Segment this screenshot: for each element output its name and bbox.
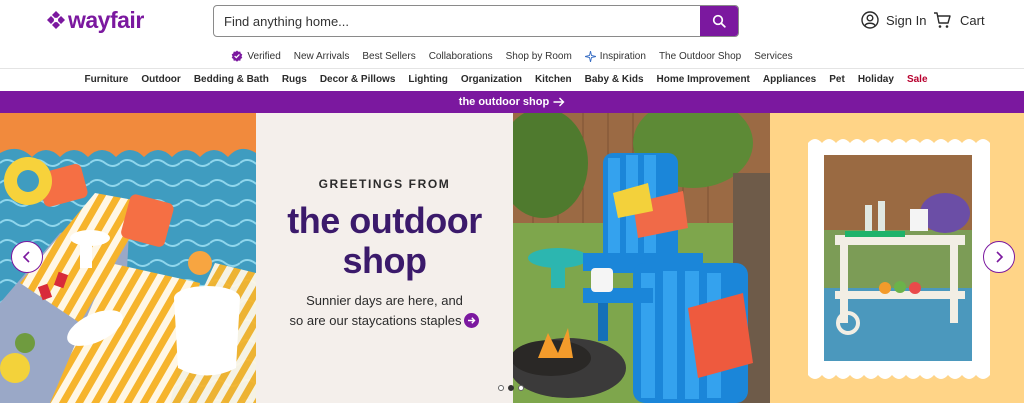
category-kitchen[interactable]: Kitchen	[535, 74, 572, 85]
hero-headline[interactable]: the outdoor shop	[256, 201, 513, 281]
arrow-right-icon	[468, 317, 476, 324]
arrow-right-icon	[553, 97, 565, 107]
wayfair-logo[interactable]: wayfair	[46, 8, 144, 32]
account-icon	[861, 11, 879, 29]
category-holiday[interactable]: Holiday	[858, 74, 894, 85]
category-pet[interactable]: Pet	[829, 74, 845, 85]
subnav-label: Services	[754, 50, 793, 62]
hero-body-line2-wrap: so are our staycations staples	[256, 311, 513, 331]
category-furniture[interactable]: Furniture	[84, 74, 128, 85]
header: wayfair Sign In Cart	[0, 0, 1024, 44]
carousel-dot-2[interactable]	[508, 385, 514, 391]
subnav-item-shop-by-room[interactable]: Shop by Room	[506, 51, 572, 62]
cart-icon	[934, 12, 951, 28]
hero-body: Sunnier days are here, and so are our st…	[256, 291, 513, 331]
carousel-prev-button[interactable]	[11, 241, 43, 273]
subnav-label: Inspiration	[599, 50, 646, 62]
chevron-left-icon	[22, 251, 30, 263]
search-bar	[213, 5, 739, 37]
adirondack-chairs-illustration	[513, 113, 770, 403]
category-appliances[interactable]: Appliances	[763, 74, 816, 85]
subnav-label: Shop by Room	[505, 50, 572, 62]
subnav-item-verified[interactable]: Verified	[231, 50, 281, 62]
category-rugs[interactable]: Rugs	[282, 74, 307, 85]
subnav-item-inspiration[interactable]: Inspiration	[584, 50, 646, 62]
subnav-item-best-sellers[interactable]: Best Sellers	[362, 51, 415, 62]
hero-headline-line2: shop	[342, 240, 428, 281]
category-organization[interactable]: Organization	[461, 74, 522, 85]
subnav-label: The Outdoor Shop	[658, 50, 742, 62]
carousel-dot-3[interactable]	[518, 385, 524, 391]
chevron-right-icon	[996, 251, 1004, 263]
hero-carousel: GREETINGS FROM the outdoor shop Sunnier …	[0, 113, 1024, 403]
wayfair-logo-icon	[47, 11, 65, 29]
search-input[interactable]	[214, 6, 701, 36]
category-decor-pillows[interactable]: Decor & Pillows	[320, 74, 396, 85]
subnav-label: Best Sellers	[362, 50, 416, 62]
nav-divider	[0, 68, 1024, 69]
outdoor-shop-banner[interactable]: the outdoor shop	[0, 91, 1024, 113]
hero-text-panel: GREETINGS FROM the outdoor shop Sunnier …	[256, 113, 513, 403]
cart-label: Cart	[960, 12, 985, 28]
sign-in-button[interactable]: Sign In	[861, 11, 926, 29]
hero-cta-arrow[interactable]	[464, 313, 480, 328]
hero-body-line1: Sunnier days are here, and	[306, 293, 463, 308]
subnav-label: New Arrivals	[293, 50, 350, 62]
hero-body-line2: so are our staycations staples	[289, 313, 462, 328]
search-button[interactable]	[700, 6, 738, 36]
category-sale[interactable]: Sale	[907, 74, 928, 85]
carousel-dot-1[interactable]	[498, 385, 504, 391]
category-home-improvement[interactable]: Home Improvement	[657, 74, 750, 85]
carousel-next-button[interactable]	[983, 241, 1015, 273]
subnav-item-outdoor-shop[interactable]: The Outdoor Shop	[659, 51, 741, 62]
subnav-item-collaborations[interactable]: Collaborations	[429, 51, 493, 62]
promo-label: the outdoor shop	[458, 96, 550, 108]
brand-name: wayfair	[68, 7, 144, 33]
sparkle-icon	[584, 50, 596, 62]
subnav-item-new-arrivals[interactable]: New Arrivals	[294, 51, 350, 62]
hero-headline-line1: the outdoor	[287, 200, 482, 241]
carousel-dots	[498, 385, 524, 391]
cart-button[interactable]: Cart	[933, 11, 985, 29]
category-bedding-bath[interactable]: Bedding & Bath	[194, 74, 269, 85]
category-baby-kids[interactable]: Baby & Kids	[585, 74, 644, 85]
hero-image-adirondack-chairs[interactable]	[513, 113, 770, 403]
verified-badge-icon	[232, 50, 243, 62]
search-icon	[712, 14, 726, 28]
subnav-item-services[interactable]: Services	[754, 51, 792, 62]
category-nav: Furniture Outdoor Bedding & Bath Rugs De…	[0, 71, 1018, 88]
sign-in-label: Sign In	[886, 12, 927, 28]
subnav-label: Collaborations	[428, 50, 493, 62]
category-outdoor[interactable]: Outdoor	[141, 74, 180, 85]
category-lighting[interactable]: Lighting	[408, 74, 447, 85]
hero-eyebrow: GREETINGS FROM	[318, 177, 451, 191]
secondary-nav: Verified New Arrivals Best Sellers Colla…	[0, 47, 1024, 65]
subnav-label: Verified	[247, 50, 281, 62]
